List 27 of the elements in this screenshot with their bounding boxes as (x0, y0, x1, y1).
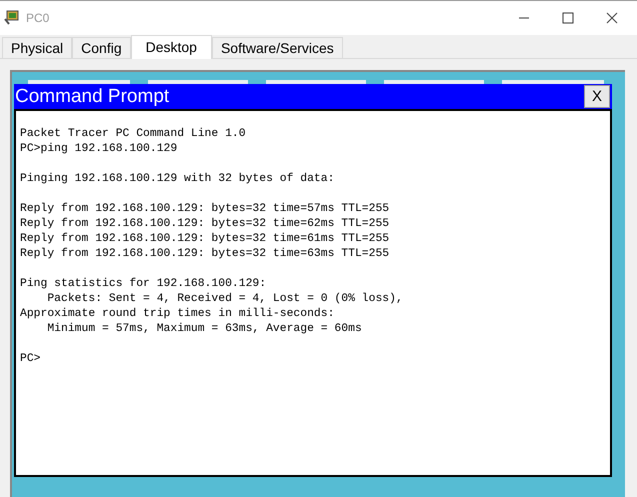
app-tile[interactable] (266, 80, 366, 84)
console-line: Packets: Sent = 4, Received = 4, Lost = 0 (0% loss), (46, 292, 403, 307)
console-line: Reply from 192.168.100.129: bytes=32 time=63ms TTL=255 (20, 247, 390, 262)
tab[interactable]: Config (72, 37, 131, 58)
console-line: Minimum = 57ms, Maximum = 63ms, Average = 60ms (46, 322, 362, 337)
maximize-icon[interactable] (562, 12, 574, 24)
tab[interactable]: Physical (2, 37, 72, 58)
pc-icon (4, 10, 20, 26)
window-title: PC0 (26, 10, 50, 27)
app-tile[interactable] (28, 80, 130, 84)
close-button[interactable]: X (584, 85, 610, 108)
console-line: Reply from 192.168.100.129: bytes=32 time=62ms TTL=255 (20, 217, 390, 232)
console-line: Approximate round trip times in milli-seconds: (20, 307, 334, 322)
console-line: PC>ping 192.168.100.129 (20, 142, 178, 157)
tab[interactable]: Desktop (130, 35, 212, 59)
console-line: Ping statistics for 192.168.100.129: (20, 277, 266, 292)
console-line: Packet Tracer PC Command Line 1.0 (20, 127, 246, 142)
console-line: Reply from 192.168.100.129: bytes=32 time=57ms TTL=255 (20, 202, 390, 217)
console-line: PC> (20, 352, 41, 367)
console-line: Pinging 192.168.100.129 with 32 bytes of data: (20, 172, 334, 187)
close-icon[interactable] (606, 12, 618, 24)
app-tile[interactable] (384, 80, 484, 84)
console-line: Reply from 192.168.100.129: bytes=32 time=61ms TTL=255 (20, 232, 390, 247)
tab[interactable]: Software/Services (212, 37, 343, 58)
app-tile[interactable] (502, 80, 604, 84)
command-prompt-title: Command Prompt (15, 87, 170, 106)
app-tile[interactable] (148, 80, 248, 84)
